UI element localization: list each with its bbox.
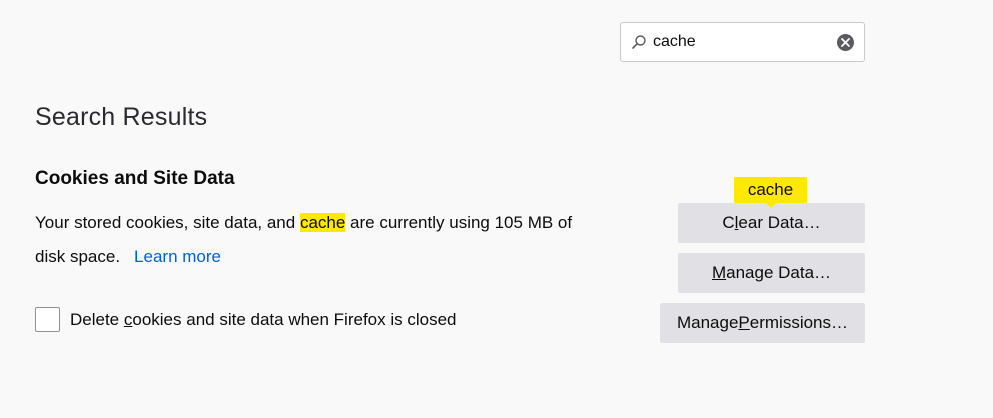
cookies-description: Your stored cookies, site data, and cach…: [35, 206, 635, 274]
manage-permissions-button[interactable]: Manage Permissions…: [660, 303, 865, 343]
delete-on-close-label[interactable]: Delete cookies and site data when Firefo…: [70, 310, 457, 330]
desc-text-before: Your stored cookies, site data, and: [35, 213, 300, 232]
label-part: ookies and site data when Firefox is clo…: [132, 309, 457, 329]
button-text: ear Data…: [738, 213, 821, 232]
learn-more-link[interactable]: Learn more: [134, 247, 221, 266]
preferences-page: Search Results Cookies and Site Data You…: [0, 0, 993, 418]
clear-data-button[interactable]: Cl ear Data…: [678, 203, 865, 243]
manage-data-button[interactable]: Manage Data…: [678, 253, 865, 293]
button-text: ermissions…: [749, 313, 849, 332]
label-part: Delete: [70, 309, 124, 329]
section-heading-cookies: Cookies and Site Data: [35, 168, 235, 189]
button-text: Manage: [676, 313, 739, 332]
button-accesskey: P: [738, 313, 750, 332]
delete-on-close-row[interactable]: Delete cookies and site data when Firefo…: [35, 307, 457, 332]
search-box[interactable]: [620, 22, 865, 62]
desc-text-line2: disk space.: [35, 247, 121, 266]
desc-text-after: are currently using 105 MB of: [345, 213, 573, 232]
page-title: Search Results: [35, 103, 208, 131]
button-text: C: [722, 213, 735, 232]
delete-on-close-checkbox[interactable]: [35, 307, 60, 332]
clear-icon[interactable]: [837, 34, 854, 51]
button-accesskey: M: [711, 263, 727, 282]
search-icon: [632, 35, 646, 49]
search-input[interactable]: [653, 31, 833, 53]
button-text: anage Data…: [726, 263, 832, 282]
search-tooltip: cache: [734, 177, 807, 208]
search-highlight: cache: [299, 213, 346, 232]
